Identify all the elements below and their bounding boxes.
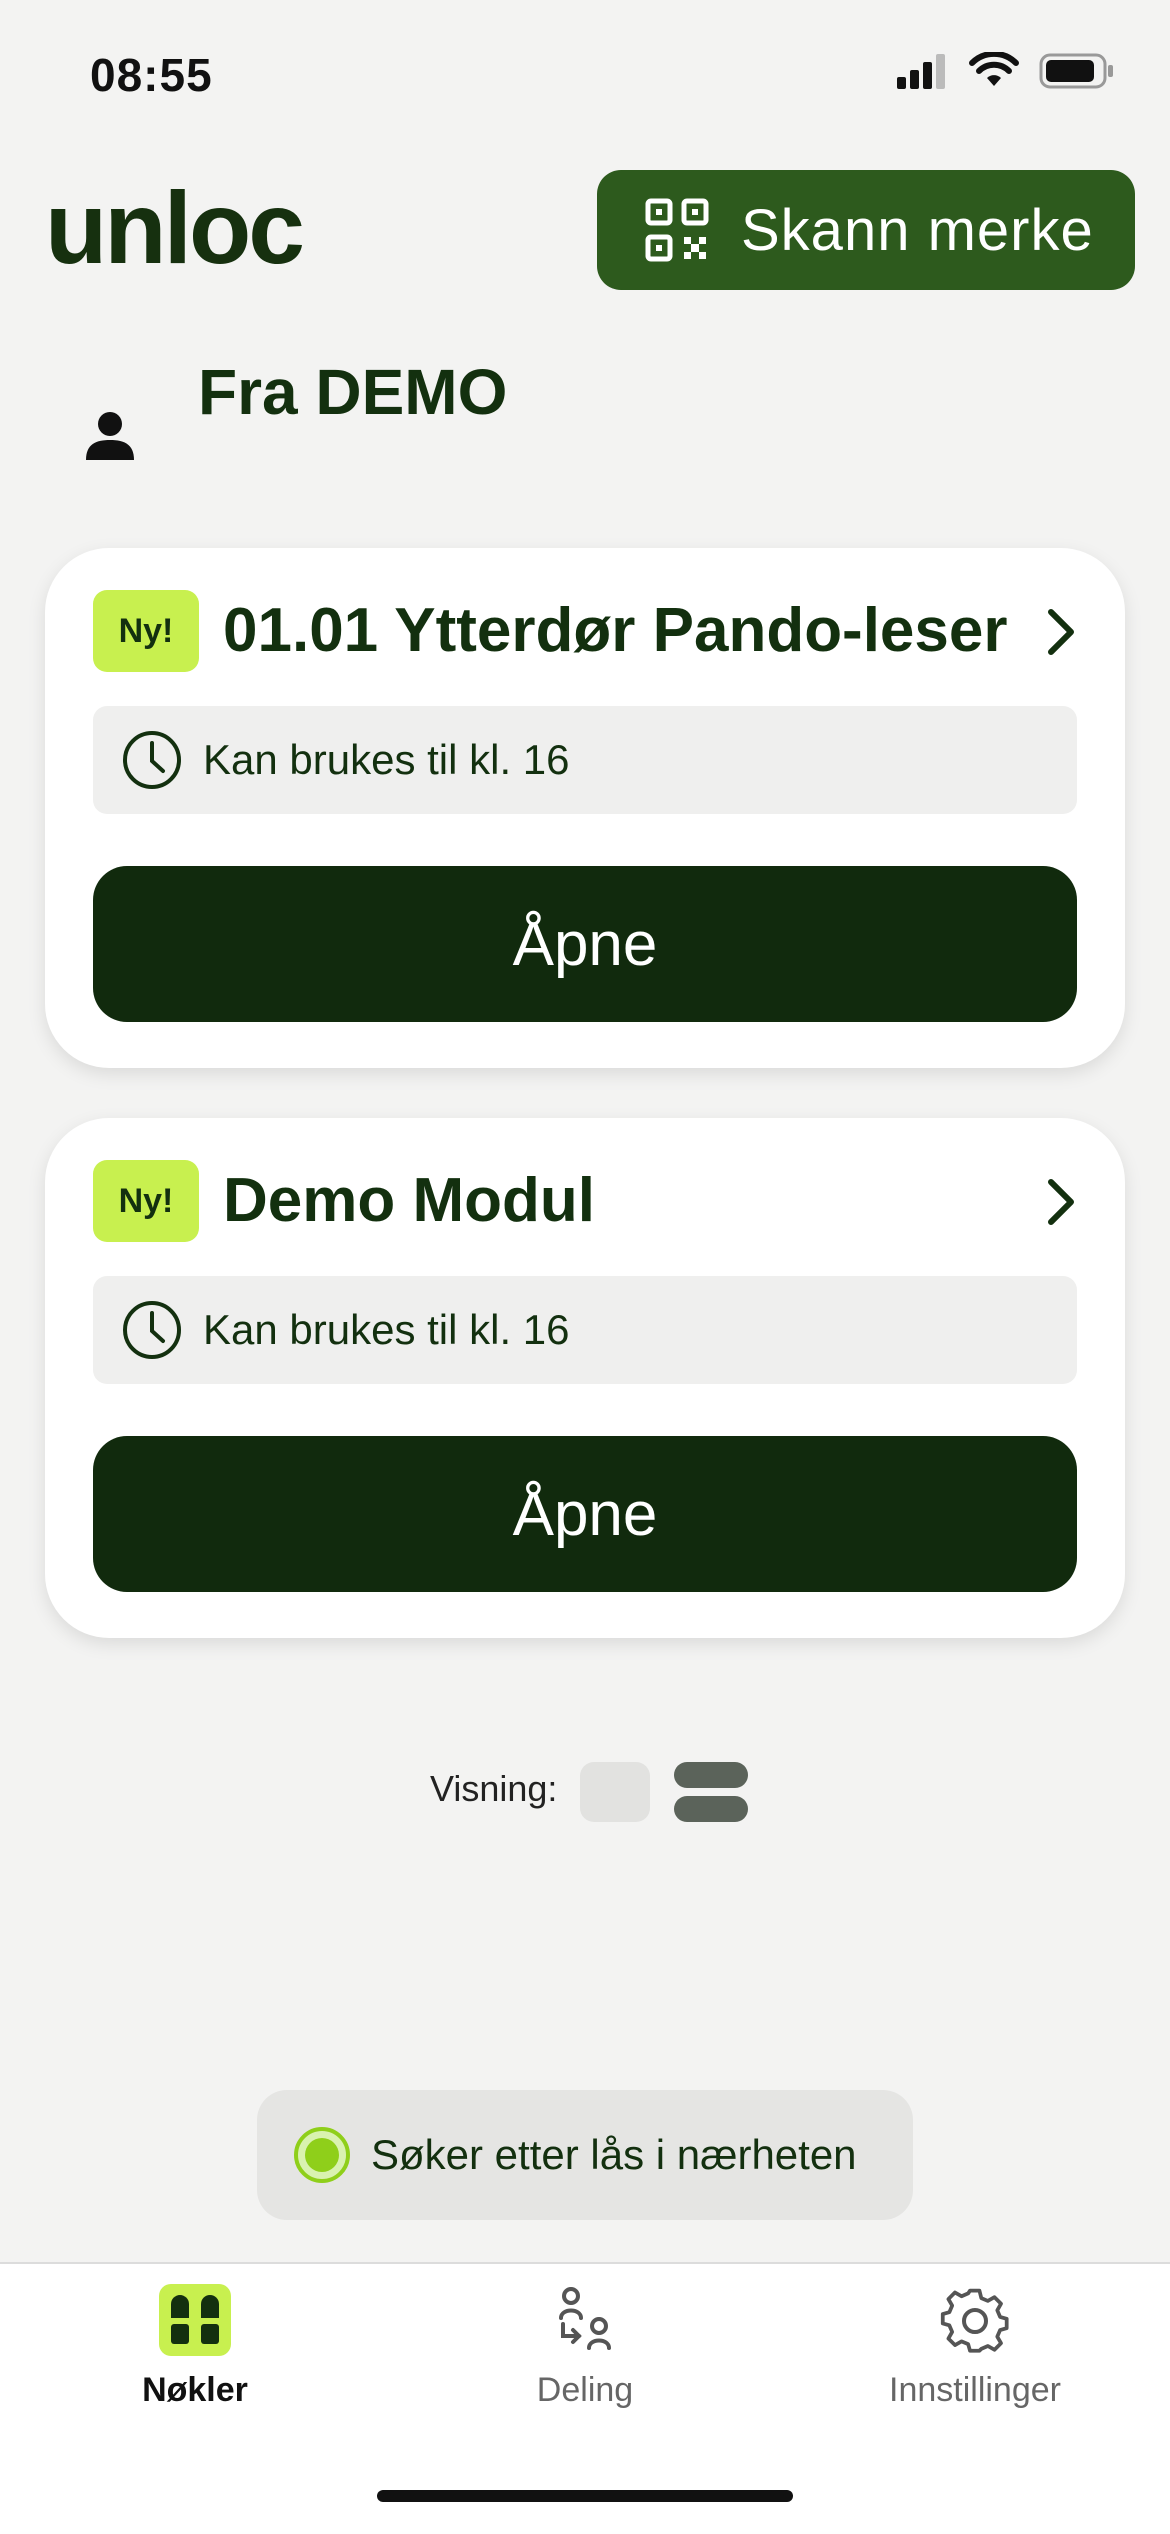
scanning-status: Søker etter lås i nærheten — [257, 2090, 913, 2220]
wifi-icon — [969, 52, 1019, 86]
lock-title[interactable]: 01.01 Ytterdør Pando-leser — [223, 590, 1008, 672]
tab-sharing-label: Deling — [536, 2371, 634, 2409]
tab-settings[interactable]: Innstillinger — [780, 2284, 1170, 2410]
availability-info: Kan brukes til kl. 16 — [93, 1276, 1077, 1384]
gear-icon — [940, 2288, 1009, 2353]
new-badge: Ny! — [93, 1160, 199, 1242]
cellular-signal-icon — [897, 54, 945, 89]
new-badge: Ny! — [93, 590, 199, 672]
availability-text: Kan brukes til kl. 16 — [203, 1306, 570, 1353]
lock-card: Ny! Demo Modul Kan brukes til kl. 16 Åpn… — [45, 1118, 1125, 1638]
scanning-indicator-icon — [294, 2127, 350, 2183]
list-view-toggle[interactable] — [674, 1762, 748, 1822]
sharing-icon — [559, 2287, 611, 2350]
grid-view-toggle[interactable] — [580, 1762, 650, 1822]
scan-tag-button[interactable]: Skann merke — [597, 170, 1135, 290]
lock-card: Ny! 01.01 Ytterdør Pando-leser Kan bruke… — [45, 548, 1125, 1068]
battery-icon — [1039, 53, 1113, 89]
clock-icon — [123, 1301, 181, 1359]
section-title: Fra DEMO — [198, 356, 508, 428]
open-button[interactable]: Åpne — [93, 1436, 1077, 1592]
home-indicator — [377, 2490, 793, 2502]
lock-title[interactable]: Demo Modul — [223, 1160, 595, 1242]
keys-icon — [159, 2284, 231, 2356]
person-icon — [86, 412, 134, 460]
scanning-text: Søker etter lås i nærheten — [371, 2131, 857, 2178]
status-time: 08:55 — [90, 49, 213, 101]
scan-tag-label: Skann merke — [741, 197, 1094, 263]
tab-keys[interactable]: Nøkler — [0, 2284, 390, 2410]
availability-text: Kan brukes til kl. 16 — [203, 736, 570, 783]
open-button[interactable]: Åpne — [93, 866, 1077, 1022]
status-icons — [897, 52, 1115, 90]
chevron-right-icon[interactable] — [1043, 1176, 1079, 1228]
clock-icon — [123, 731, 181, 789]
chevron-right-icon[interactable] — [1043, 606, 1079, 658]
view-label: Visning: — [430, 1768, 558, 1809]
app-logo: unloc — [45, 171, 305, 285]
tab-settings-label: Innstillinger — [889, 2371, 1061, 2409]
availability-info: Kan brukes til kl. 16 — [93, 706, 1077, 814]
tab-sharing[interactable]: Deling — [390, 2284, 780, 2410]
tab-keys-label: Nøkler — [142, 2371, 248, 2409]
qr-code-icon — [645, 198, 709, 262]
